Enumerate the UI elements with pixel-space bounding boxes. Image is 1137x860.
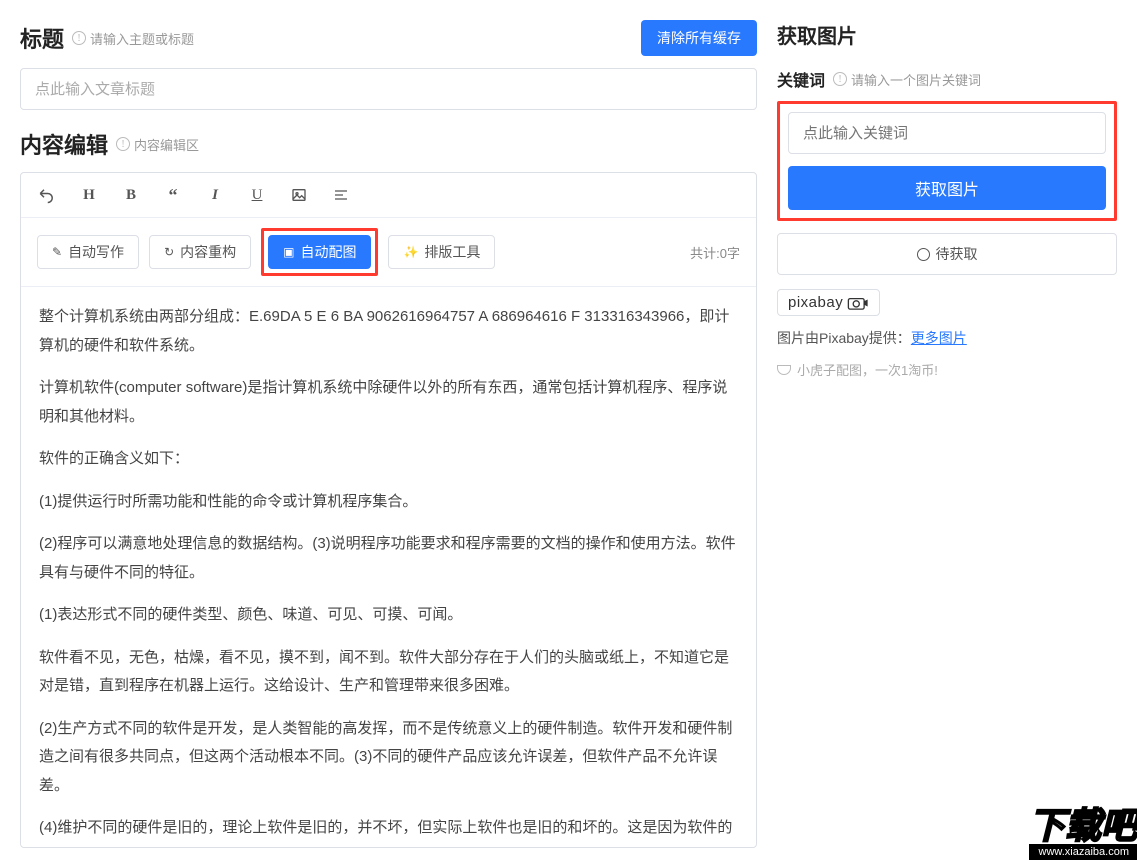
- italic-icon[interactable]: I: [205, 185, 225, 205]
- content-paragraph: (1)表达形式不同的硬件类型、颜色、味道、可见、可摸、可闻。: [39, 601, 738, 630]
- layout-tool-button[interactable]: ✨ 排版工具: [388, 235, 495, 269]
- info-icon: !: [116, 137, 130, 151]
- pixabay-badge: pixabay: [777, 289, 880, 316]
- restructure-button[interactable]: ↻ 内容重构: [149, 235, 251, 269]
- keyword-input[interactable]: [788, 112, 1106, 154]
- fetch-image-title: 获取图片: [777, 20, 1117, 49]
- pencil-icon: ✎: [52, 245, 62, 259]
- info-icon: !: [72, 31, 86, 45]
- editor-hint: ! 内容编辑区: [116, 135, 199, 154]
- content-paragraph: (2)生产方式不同的软件是开发，是人类智能的高发挥，而不是传统意义上的硬件制造。…: [39, 715, 738, 801]
- underline-icon[interactable]: U: [247, 185, 267, 205]
- bowl-icon: [777, 365, 791, 375]
- keyword-label: 关键词: [777, 67, 825, 91]
- heading-icon[interactable]: H: [79, 185, 99, 205]
- watermark-url: www.xiazaiba.com: [1029, 844, 1137, 860]
- editor-section-header: 内容编辑 ! 内容编辑区: [20, 128, 757, 160]
- wand-icon: ✨: [403, 245, 418, 259]
- content-paragraph: (1)提供运行时所需功能和性能的命令或计算机程序集合。: [39, 488, 738, 517]
- auto-write-button[interactable]: ✎ 自动写作: [37, 235, 139, 269]
- content-paragraph: 软件看不见，无色，枯燥，看不见，摸不到，闻不到。软件大部分存在于人们的头脑或纸上…: [39, 644, 738, 701]
- content-paragraph: 计算机软件(computer software)是指计算机系统中除硬件以外的所有…: [39, 374, 738, 431]
- format-toolbar: H B “ I U: [21, 173, 756, 218]
- camera-icon: [847, 296, 869, 310]
- title-section-header: 标题 ! 请输入主题或标题 清除所有缓存: [20, 20, 757, 56]
- undo-icon[interactable]: [37, 185, 57, 205]
- highlight-keyword-frame: 获取图片: [777, 101, 1117, 221]
- watermark-text: 下载吧: [1029, 808, 1137, 844]
- content-paragraph: (4)维护不同的硬件是旧的，理论上软件是旧的，并不坏，但实际上软件也是旧的和坏的…: [39, 814, 738, 847]
- content-paragraph: (2)程序可以满意地处理信息的数据结构。(3)说明程序功能要求和程序需要的文档的…: [39, 530, 738, 587]
- article-title-input[interactable]: [20, 68, 757, 110]
- fetch-image-button[interactable]: 获取图片: [788, 166, 1106, 210]
- title-label: 标题: [20, 22, 64, 54]
- align-left-icon[interactable]: [331, 185, 351, 205]
- gallery-icon: ▣: [283, 245, 294, 259]
- highlight-auto-image: ▣ 自动配图: [261, 228, 378, 276]
- watermark: 下载吧 www.xiazaiba.com: [1029, 808, 1137, 860]
- right-panel: 获取图片 关键词 ! 请输入一个图片关键词 获取图片 待获取 pixabay 图…: [777, 20, 1117, 860]
- editor-content[interactable]: 整个计算机系统由两部分组成：E.69DA 5 E 6 BA 9062616964…: [21, 287, 756, 847]
- keyword-label-row: 关键词 ! 请输入一个图片关键词: [777, 67, 1117, 91]
- word-counter: 共计:0字: [690, 243, 740, 262]
- title-hint: ! 请输入主题或标题: [72, 29, 194, 48]
- content-paragraph: 软件的正确含义如下：: [39, 445, 738, 474]
- image-icon[interactable]: [289, 185, 309, 205]
- refresh-icon: ↻: [164, 245, 174, 259]
- clear-cache-button[interactable]: 清除所有缓存: [641, 20, 757, 56]
- circle-icon: [917, 248, 930, 261]
- left-panel: 标题 ! 请输入主题或标题 清除所有缓存 内容编辑 ! 内容编辑区 H: [20, 20, 757, 860]
- editor-box: H B “ I U ✎ 自动写作 ↻ 内容重构 ▣: [20, 172, 757, 848]
- credit-line: 图片由Pixabay提供：更多图片: [777, 328, 1117, 348]
- action-toolbar: ✎ 自动写作 ↻ 内容重构 ▣ 自动配图 ✨ 排版工具 共计:0字: [21, 218, 756, 287]
- quote-icon[interactable]: “: [163, 185, 183, 205]
- coin-hint: 小虎子配图，一次1淘币!: [777, 360, 1117, 379]
- info-icon: !: [833, 72, 847, 86]
- editor-label: 内容编辑: [20, 128, 108, 160]
- auto-image-button[interactable]: ▣ 自动配图: [268, 235, 371, 269]
- bold-icon[interactable]: B: [121, 185, 141, 205]
- content-paragraph: 整个计算机系统由两部分组成：E.69DA 5 E 6 BA 9062616964…: [39, 303, 738, 360]
- pending-status: 待获取: [777, 233, 1117, 275]
- keyword-hint: ! 请输入一个图片关键词: [833, 70, 981, 89]
- more-images-link[interactable]: 更多图片: [911, 330, 967, 346]
